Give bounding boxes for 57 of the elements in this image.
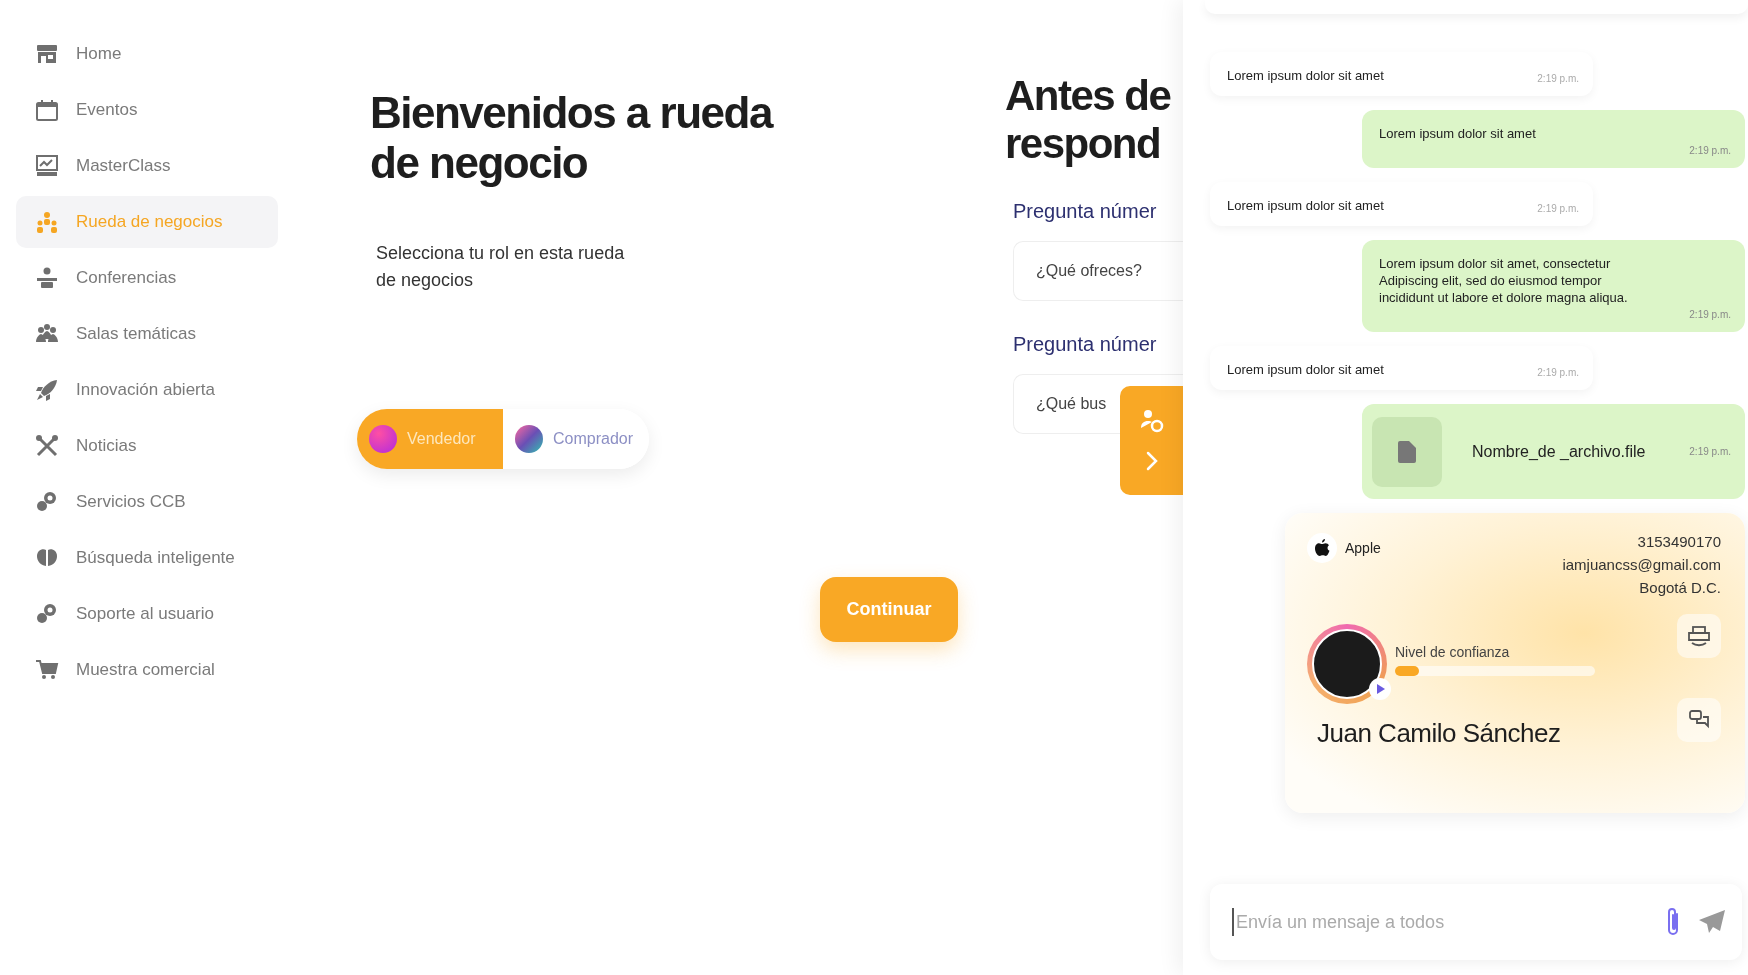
section-title: respond bbox=[1005, 120, 1162, 168]
printer-icon bbox=[1687, 625, 1711, 647]
section-title: Antes de bbox=[1005, 72, 1172, 120]
sidebar-item[interactable]: Conferencias bbox=[16, 252, 278, 304]
message-text: Lorem ipsum dolor sit amet bbox=[1227, 67, 1384, 84]
tools-icon bbox=[34, 433, 60, 459]
page-title: Bienvenidos a rueda de negocio bbox=[370, 88, 774, 188]
message-time: 2:19 p.m. bbox=[1537, 203, 1579, 214]
sidebar-item[interactable]: Noticias bbox=[16, 420, 278, 472]
question-label: Pregunta númer bbox=[1013, 200, 1158, 223]
instruction-text: Selecciona tu rol en esta rueda de negocios bbox=[376, 242, 626, 292]
message-time: 2:19 p.m. bbox=[1537, 367, 1579, 378]
file-message[interactable]: Nombre_de _archivo.file 2:19 p.m. bbox=[1362, 404, 1745, 499]
message-time: 2:19 p.m. bbox=[1689, 309, 1731, 320]
document-icon bbox=[1398, 440, 1416, 463]
orb-icon bbox=[369, 425, 397, 453]
phone-number: 3153490170 bbox=[1637, 533, 1721, 550]
sidebar-item[interactable]: Eventos bbox=[16, 84, 278, 136]
sidebar-item[interactable]: Salas temáticas bbox=[16, 308, 278, 360]
file-name: Nombre_de _archivo.file bbox=[1472, 442, 1647, 461]
sidebar-item[interactable]: Soporte al usuario bbox=[16, 588, 278, 640]
answer-field[interactable]: ¿Qué ofreces? bbox=[1013, 241, 1183, 301]
message-time: 2:19 p.m. bbox=[1537, 73, 1579, 84]
chat-button[interactable] bbox=[1677, 698, 1721, 742]
orb-icon bbox=[515, 425, 543, 453]
person-add-icon bbox=[1138, 407, 1165, 434]
role-option[interactable]: Comprador bbox=[503, 409, 649, 469]
message-text: Lorem ipsum dolor sit amet bbox=[1227, 361, 1384, 378]
company-name: Apple bbox=[1345, 540, 1381, 556]
apple-logo-icon bbox=[1314, 539, 1330, 557]
message-text: Lorem ipsum dolor sit amet, consectetur Adipiscing elit, sed do eiusmod tempor incididunt ut labore et dolore magna aliqua. bbox=[1379, 255, 1629, 307]
sidebar-item[interactable]: Muestra comercial bbox=[16, 644, 278, 696]
sidebar-item[interactable]: Home bbox=[16, 28, 278, 80]
message-text: Lorem ipsum dolor sit amet bbox=[1379, 125, 1536, 143]
card-action-button[interactable] bbox=[1677, 614, 1721, 658]
calendar-icon bbox=[34, 97, 60, 123]
message-text: Lorem ipsum dolor sit amet bbox=[1227, 197, 1384, 214]
question-label: Pregunta númer bbox=[1013, 333, 1158, 356]
sidebar-item[interactable]: Búsqueda inteligente bbox=[16, 532, 278, 584]
people-icon bbox=[34, 209, 60, 235]
chat-bubbles-icon bbox=[1688, 709, 1710, 731]
sidebar-item[interactable]: Innovación abierta bbox=[16, 364, 278, 416]
message-time: 2:19 p.m. bbox=[1689, 145, 1731, 156]
sidebar-item[interactable]: Servicios CCB bbox=[16, 476, 278, 528]
sidebar-item[interactable]: MasterClass bbox=[16, 140, 278, 192]
city-text: Bogotá D.C. bbox=[1639, 579, 1721, 596]
send-icon bbox=[1698, 909, 1726, 935]
email-address: iamjuancss@gmail.com bbox=[1562, 556, 1721, 573]
message-time: 2:19 p.m. bbox=[1689, 446, 1731, 457]
trust-label: Nivel de confianza bbox=[1395, 644, 1511, 660]
play-icon bbox=[1377, 684, 1385, 694]
presenter-icon bbox=[34, 265, 60, 291]
rocket-icon bbox=[34, 377, 60, 403]
play-badge[interactable] bbox=[1369, 678, 1391, 700]
board-icon bbox=[34, 153, 60, 179]
message-input[interactable]: Envía un mensaje a todos bbox=[1232, 908, 1650, 936]
contact-name: Juan Camilo Sánchez bbox=[1317, 718, 1562, 749]
